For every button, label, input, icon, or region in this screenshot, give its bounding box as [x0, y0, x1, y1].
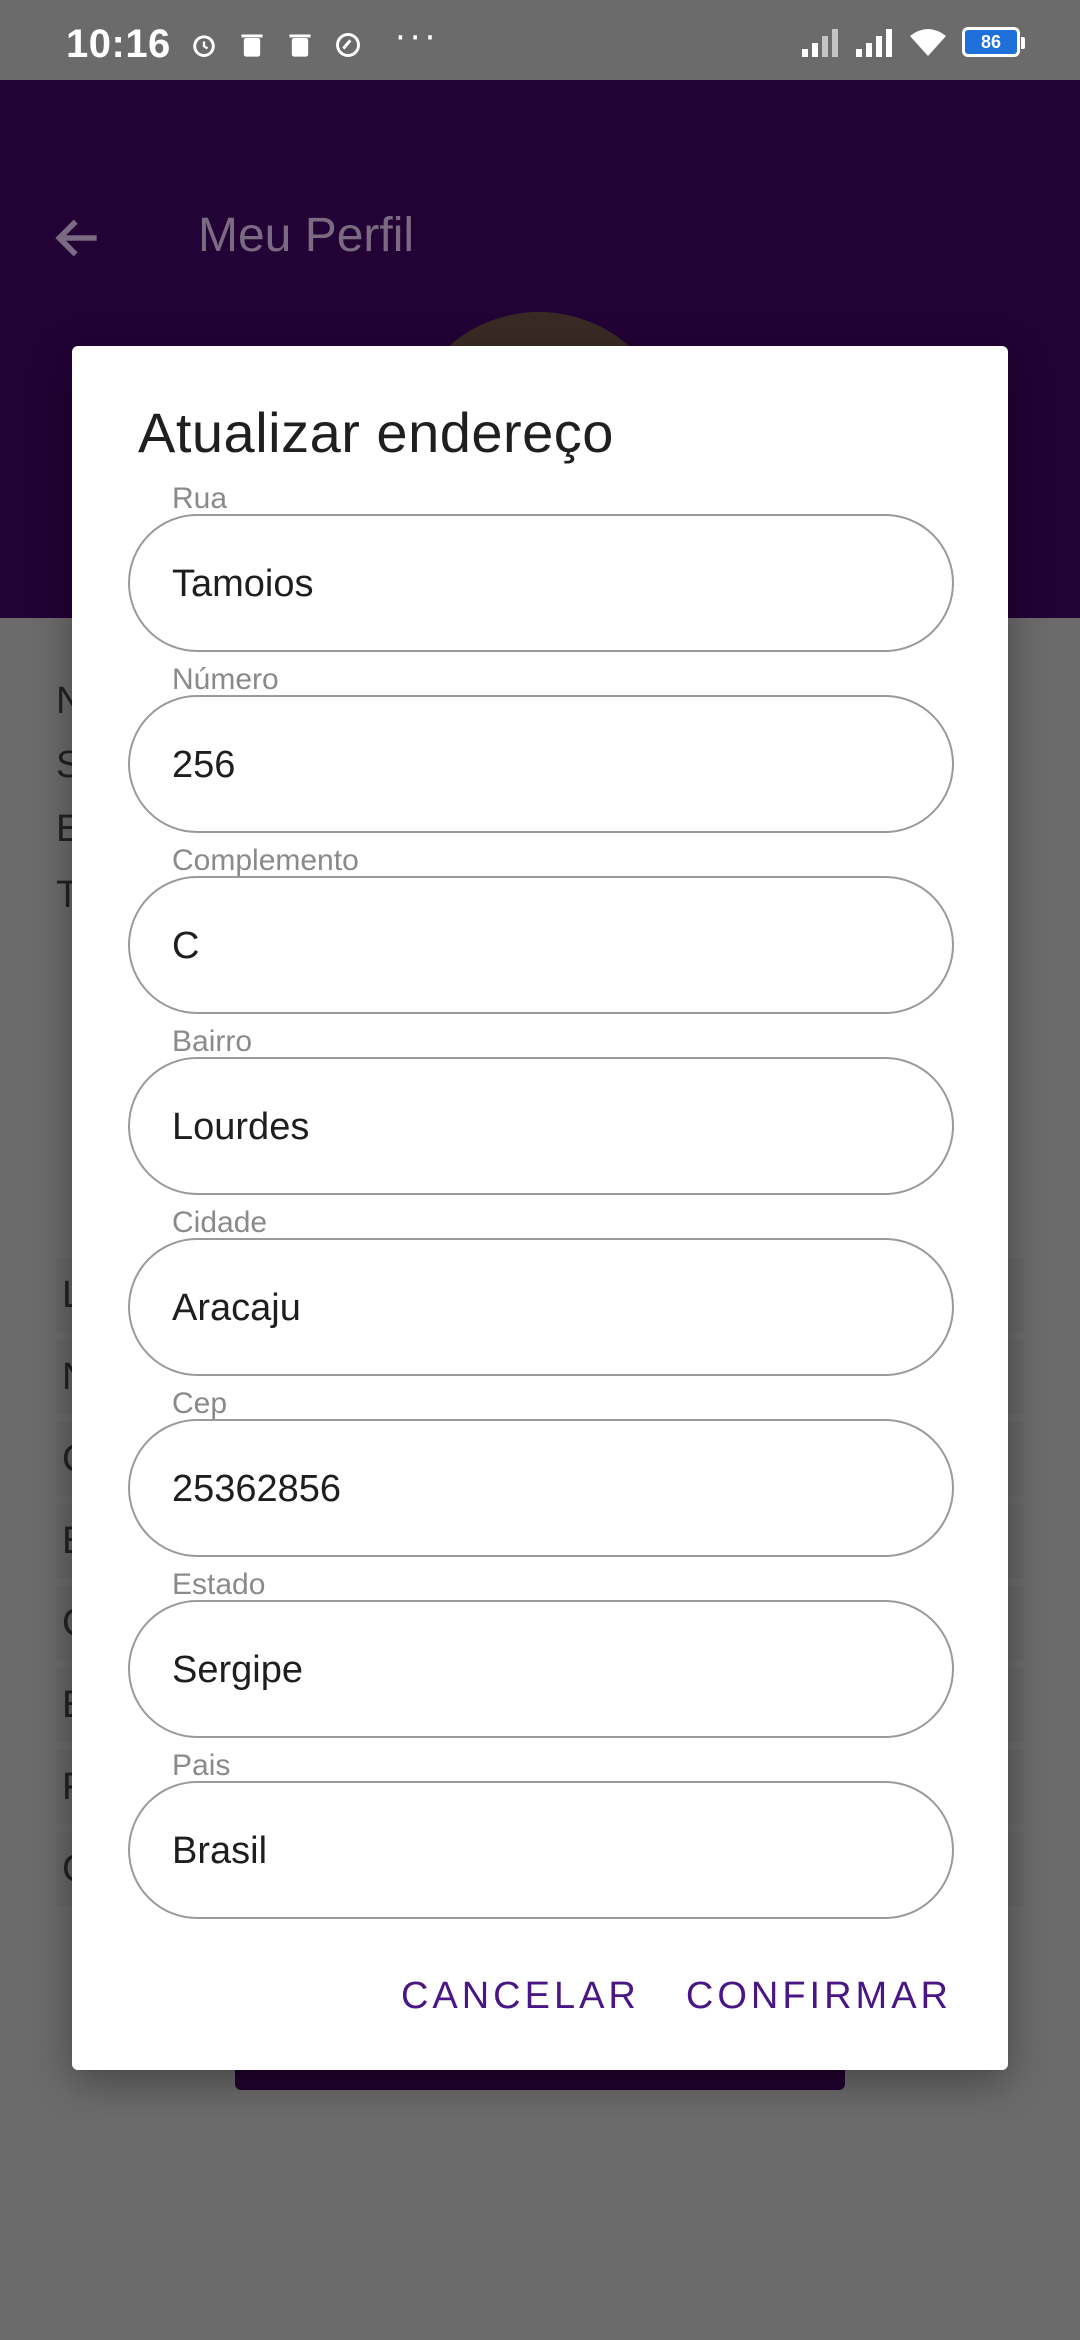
- bairro-field[interactable]: Bairro: [128, 1025, 954, 1195]
- confirm-button[interactable]: CONFIRMAR: [686, 1975, 952, 2018]
- cidade-input[interactable]: [172, 1278, 892, 1338]
- rua-input[interactable]: [172, 554, 892, 614]
- cidade-field[interactable]: Cidade: [128, 1206, 954, 1376]
- complemento-input[interactable]: [172, 916, 892, 976]
- estado-input[interactable]: [172, 1640, 892, 1700]
- status-system-icons: 86: [800, 26, 1025, 58]
- more-notifications-icon: ···: [395, 18, 440, 58]
- status-time: 10:16: [66, 22, 171, 66]
- complemento-field[interactable]: Complemento: [128, 844, 954, 1014]
- dialog-title: Atualizar endereço: [138, 401, 614, 464]
- signal-icon: [856, 29, 892, 57]
- cancel-button[interactable]: CANCELAR: [401, 1975, 640, 2018]
- complemento-label: Complemento: [172, 844, 359, 877]
- rua-label: Rua: [172, 482, 228, 515]
- battery-icon: 86: [962, 27, 1025, 57]
- bairro-input[interactable]: [172, 1097, 892, 1157]
- wifi-icon: [910, 29, 946, 56]
- estado-label: Estado: [172, 1568, 266, 1601]
- trash-icon: [241, 34, 263, 57]
- alarm-icon: [193, 35, 215, 57]
- estado-field[interactable]: Estado: [128, 1568, 954, 1738]
- pais-label: Pais: [172, 1749, 231, 1782]
- rua-field[interactable]: Rua: [128, 482, 954, 652]
- pais-field[interactable]: Pais: [128, 1749, 954, 1919]
- cep-field[interactable]: Cep: [128, 1387, 954, 1557]
- status-bar: 10:16 ··· 86: [0, 0, 1080, 80]
- numero-input[interactable]: [172, 735, 892, 795]
- bairro-label: Bairro: [172, 1025, 253, 1058]
- dialog-actions: CANCELAR CONFIRMAR: [401, 1975, 952, 2018]
- pais-input[interactable]: [172, 1821, 892, 1881]
- signal-icon: [802, 29, 838, 57]
- back-arrow-icon[interactable]: [50, 210, 106, 266]
- app-notification-icon: [336, 33, 360, 57]
- cep-label: Cep: [172, 1387, 228, 1420]
- page-title: Meu Perfil: [198, 209, 415, 262]
- update-address-dialog: Atualizar endereço Rua Número Complement…: [72, 346, 1008, 2070]
- numero-label: Número: [172, 663, 279, 696]
- trash-icon: [289, 34, 311, 57]
- cidade-label: Cidade: [172, 1206, 268, 1239]
- numero-field[interactable]: Número: [128, 663, 954, 833]
- cep-input[interactable]: [172, 1459, 892, 1519]
- status-notification-icons: [190, 30, 362, 60]
